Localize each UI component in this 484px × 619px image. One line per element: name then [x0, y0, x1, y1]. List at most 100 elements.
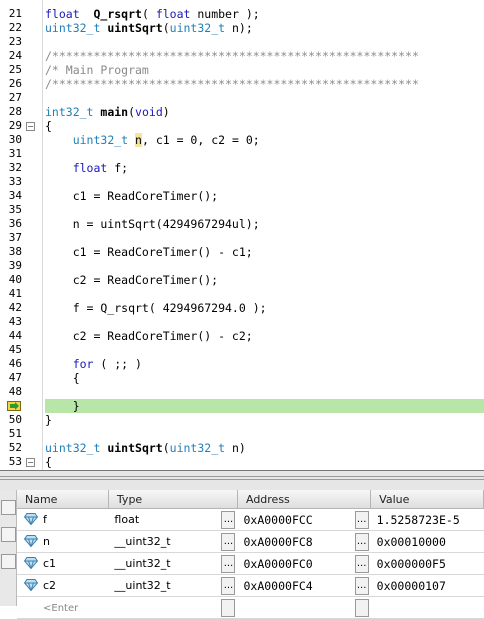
code-text: /***************************************…: [45, 77, 419, 91]
code-token: /* Main Program: [45, 63, 149, 77]
watch-value[interactable]: 0x00000107: [371, 579, 484, 593]
code-token: {: [45, 455, 52, 469]
line-number: 29: [8, 119, 22, 132]
code-line[interactable]: 25 /* Main Program: [0, 63, 484, 77]
code-line[interactable]: 31: [0, 147, 484, 161]
address-browse-button[interactable]: ...: [354, 510, 369, 529]
code-text: float f;: [45, 161, 128, 175]
code-line[interactable]: 22 uint32_t uintSqrt(uint32_t n);: [0, 21, 484, 35]
code-token: /***************************************…: [45, 49, 419, 63]
address-browse-button[interactable]: ...: [354, 576, 369, 595]
code-line[interactable]: }: [0, 399, 484, 413]
address-browse-button[interactable]: ...: [354, 532, 369, 551]
code-text: f = Q_rsqrt( 4294967294.0 );: [45, 301, 267, 315]
watches-panel: Name Type Address Value f float... 0xA0000…: [0, 490, 484, 619]
code-line[interactable]: 28 int32_t main(void): [0, 105, 484, 119]
line-number: 41: [8, 287, 22, 300]
line-number: 23: [8, 35, 22, 48]
watch-row[interactable]: f float... 0xA0000FCC... 1.5258723E-5: [17, 508, 484, 531]
code-editor[interactable]: 21 float Q_rsqrt( float number ); 22 uint32…: [0, 0, 484, 470]
code-text: uint32_t uintSqrt(uint32_t n);: [45, 21, 253, 35]
type-browse-button[interactable]: ...: [221, 532, 236, 551]
code-token: }: [45, 399, 80, 413]
code-line[interactable]: 51: [0, 427, 484, 441]
code-line[interactable]: 38 c1 = ReadCoreTimer() - c1;: [0, 245, 484, 259]
panel-splitter[interactable]: [0, 470, 484, 491]
code-line[interactable]: 53− {: [0, 455, 484, 469]
code-token: uint32_t: [169, 441, 226, 455]
new-watch-placeholder[interactable]: <Enter: [17, 603, 78, 614]
address-browse-button[interactable]: [354, 598, 369, 617]
code-token: n = uintSqrt(4294967294ul);: [45, 217, 260, 231]
code-line[interactable]: 35: [0, 203, 484, 217]
watch-variable-icon: [24, 513, 38, 525]
code-line[interactable]: 48: [0, 385, 484, 399]
fold-toggle-icon[interactable]: −: [26, 458, 35, 467]
code-token: n);: [225, 21, 253, 35]
code-line[interactable]: 39: [0, 259, 484, 273]
fold-toggle-icon[interactable]: −: [26, 122, 35, 131]
code-line[interactable]: 41: [0, 287, 484, 301]
code-line[interactable]: 34 c1 = ReadCoreTimer();: [0, 189, 484, 203]
watch-row[interactable]: n __uint32_t... 0xA0000FC8... 0x00010000: [17, 530, 484, 553]
code-line[interactable]: 30 uint32_t n, c1 = 0, c2 = 0;: [0, 133, 484, 147]
code-token: uint32_t: [169, 21, 226, 35]
code-line[interactable]: 36 n = uintSqrt(4294967294ul);: [0, 217, 484, 231]
col-type-header[interactable]: Type: [108, 490, 238, 509]
code-text: c2 = ReadCoreTimer() - c2;: [45, 329, 253, 343]
code-token: uintSqrt: [107, 21, 163, 35]
address-browse-button[interactable]: ...: [354, 554, 369, 573]
code-line[interactable]: 44 c2 = ReadCoreTimer() - c2;: [0, 329, 484, 343]
code-text: }: [45, 413, 52, 427]
col-address-header[interactable]: Address: [237, 490, 372, 509]
code-token: uint32_t: [72, 133, 129, 147]
code-token: c1 = ReadCoreTimer();: [45, 189, 219, 203]
code-line[interactable]: 42 f = Q_rsqrt( 4294967294.0 );: [0, 301, 484, 315]
code-line[interactable]: 23: [0, 35, 484, 49]
code-token: uintSqrt: [107, 441, 163, 455]
type-browse-button[interactable]: [221, 598, 236, 617]
watch-value[interactable]: 1.5258723E-5: [371, 513, 484, 527]
add-watch-button[interactable]: [1, 500, 16, 515]
line-number: 45: [8, 343, 22, 356]
code-line[interactable]: 27: [0, 91, 484, 105]
code-line[interactable]: 52 uint32_t uintSqrt(uint32_t n): [0, 441, 484, 455]
line-number: 21: [8, 7, 22, 20]
refresh-watch-button[interactable]: [1, 554, 16, 569]
code-token: c1 = ReadCoreTimer() - c1;: [45, 245, 253, 259]
code-line[interactable]: 26 /*************************************…: [0, 77, 484, 91]
line-number: 42: [8, 301, 22, 314]
code-line[interactable]: 45: [0, 343, 484, 357]
watches-table: Name Type Address Value f float... 0xA0000…: [17, 490, 484, 619]
new-watch-row[interactable]: <Enter: [17, 596, 484, 619]
code-line[interactable]: 37: [0, 231, 484, 245]
watch-value[interactable]: 0x00010000: [371, 535, 484, 549]
line-number: 52: [8, 441, 22, 454]
col-name-header[interactable]: Name: [17, 490, 109, 509]
code-line[interactable]: 32 float f;: [0, 161, 484, 175]
watch-value[interactable]: 0x000000F5: [371, 557, 484, 571]
line-number: 37: [8, 231, 22, 244]
code-line[interactable]: 46 for ( ;; ): [0, 357, 484, 371]
type-browse-button[interactable]: ...: [221, 576, 236, 595]
code-line[interactable]: 21 float Q_rsqrt( float number );: [0, 7, 484, 21]
code-line[interactable]: 24 /*************************************…: [0, 49, 484, 63]
type-browse-button[interactable]: ...: [221, 510, 236, 529]
watch-row[interactable]: c2 __uint32_t... 0xA0000FC4... 0x00000107: [17, 574, 484, 597]
code-line[interactable]: 29− {: [0, 119, 484, 133]
type-browse-button[interactable]: ...: [221, 554, 236, 573]
watch-row[interactable]: c1 __uint32_t... 0xA0000FC0... 0x000000F5: [17, 552, 484, 575]
watch-variable-icon: [24, 579, 38, 591]
code-line[interactable]: 47 {: [0, 371, 484, 385]
code-token: f;: [107, 161, 129, 175]
col-value-header[interactable]: Value: [370, 490, 484, 509]
code-text: c1 = ReadCoreTimer();: [45, 189, 218, 203]
code-line[interactable]: 50}: [0, 413, 484, 427]
code-line[interactable]: 43: [0, 315, 484, 329]
code-line[interactable]: 40 c2 = ReadCoreTimer();: [0, 273, 484, 287]
watch-options-button[interactable]: [1, 527, 16, 542]
code-line[interactable]: 33: [0, 175, 484, 189]
